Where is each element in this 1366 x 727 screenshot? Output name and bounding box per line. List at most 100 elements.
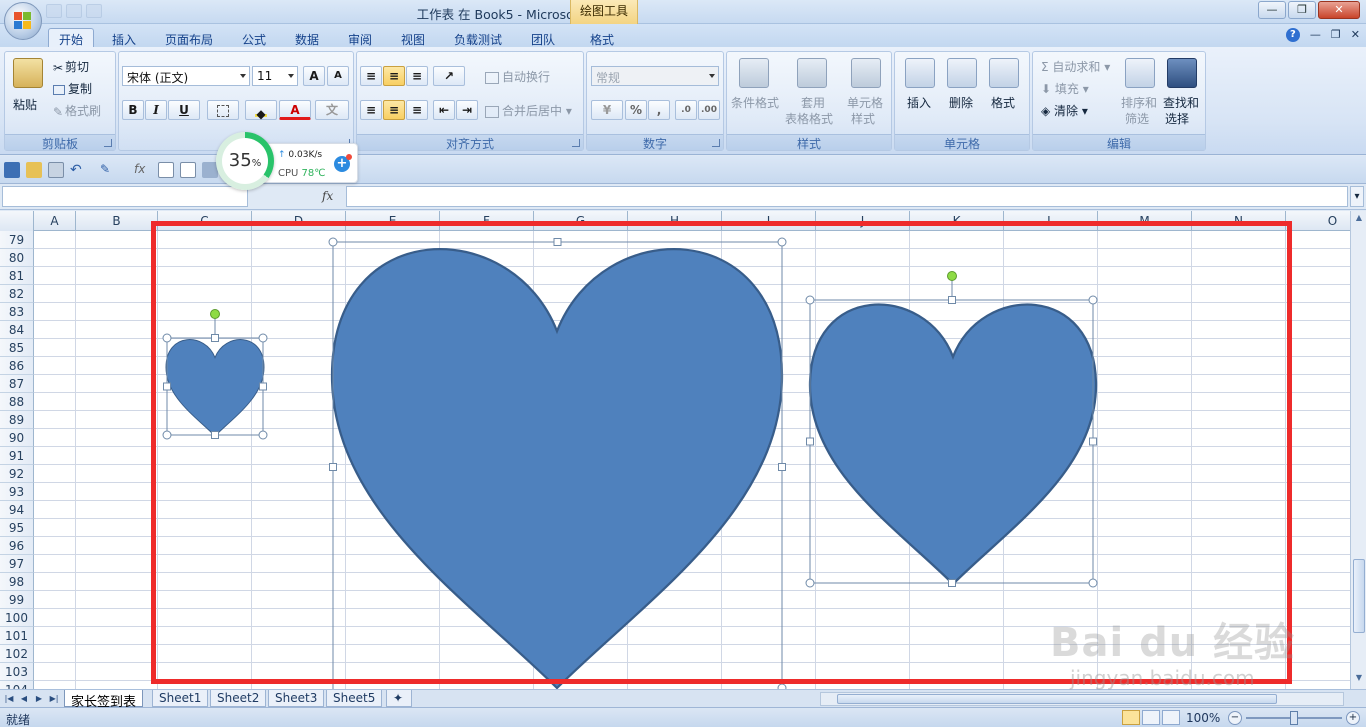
- sheet-tab-sheet2[interactable]: Sheet2: [210, 690, 267, 707]
- sort-filter-button[interactable]: 排序和: [1121, 94, 1157, 111]
- select-all-corner[interactable]: [0, 211, 34, 231]
- print-preview-icon[interactable]: [48, 162, 64, 178]
- tab-load-test[interactable]: 负载测试: [454, 28, 502, 48]
- border-button[interactable]: [207, 100, 239, 120]
- bold-button[interactable]: B: [122, 100, 144, 120]
- zoom-out-icon[interactable]: −: [1228, 711, 1242, 725]
- row-header-92[interactable]: 92: [0, 465, 34, 483]
- office-button[interactable]: [4, 2, 42, 40]
- row-header-79[interactable]: 79: [0, 231, 34, 249]
- row-header-87[interactable]: 87: [0, 375, 34, 393]
- percent-button[interactable]: %: [625, 100, 647, 120]
- last-sheet-icon[interactable]: ▶|: [47, 692, 61, 705]
- scroll-up-icon[interactable]: ▲: [1352, 213, 1366, 227]
- row-header-100[interactable]: 100: [0, 609, 34, 627]
- next-sheet-icon[interactable]: ▶: [32, 692, 46, 705]
- align-middle-button[interactable]: ≡: [383, 66, 405, 86]
- phonetic-button[interactable]: 文: [315, 100, 349, 120]
- fill-button[interactable]: ⬇ 填充 ▾: [1041, 80, 1089, 97]
- table-icon[interactable]: [158, 162, 174, 178]
- ribbon-restore-icon[interactable]: ❐: [1331, 28, 1341, 42]
- autosum-button[interactable]: Σ 自动求和 ▾: [1041, 58, 1110, 75]
- normal-view-icon[interactable]: [1122, 710, 1140, 725]
- function-icon[interactable]: fx: [134, 162, 150, 178]
- conditional-format-button[interactable]: 条件格式: [731, 94, 779, 111]
- row-header-96[interactable]: 96: [0, 537, 34, 555]
- increase-decimal-button[interactable]: .0: [675, 100, 697, 120]
- align-left-button[interactable]: ≡: [360, 100, 382, 120]
- paste-button[interactable]: 粘贴: [13, 96, 37, 113]
- cut-button[interactable]: ✂ 剪切: [53, 58, 89, 75]
- format-painter-button[interactable]: ✎ 格式刷: [53, 102, 101, 119]
- edit-pencil-icon[interactable]: ✎: [100, 162, 116, 178]
- sheet-tab-parent-signin[interactable]: 家长签到表: [64, 690, 144, 710]
- alignment-launcher-icon[interactable]: [572, 139, 580, 147]
- decrease-indent-button[interactable]: ⇤: [433, 100, 455, 120]
- page-break-view-icon[interactable]: [1162, 710, 1180, 725]
- row-header-83[interactable]: 83: [0, 303, 34, 321]
- font-color-button[interactable]: A: [279, 100, 311, 120]
- row-header-85[interactable]: 85: [0, 339, 34, 357]
- copy-button[interactable]: 复制: [53, 80, 92, 97]
- align-center-button[interactable]: ≡: [383, 100, 405, 120]
- clipboard-launcher-icon[interactable]: [104, 139, 112, 147]
- merge-center-button[interactable]: 合并后居中 ▾: [485, 102, 572, 119]
- row-header-84[interactable]: 84: [0, 321, 34, 339]
- help-icon[interactable]: ?: [1285, 28, 1300, 42]
- fill-color-button[interactable]: ◆: [245, 100, 277, 121]
- column-header-b[interactable]: B: [76, 211, 158, 231]
- row-header-102[interactable]: 102: [0, 645, 34, 663]
- cell-styles-button[interactable]: 单元格: [847, 94, 883, 111]
- save-icon[interactable]: [4, 162, 20, 178]
- font-size-combo[interactable]: 11: [252, 66, 298, 86]
- tab-formulas[interactable]: 公式: [242, 28, 266, 48]
- italic-button[interactable]: I: [145, 100, 167, 120]
- row-header-97[interactable]: 97: [0, 555, 34, 573]
- clear-button[interactable]: ◈ 清除 ▾: [1041, 102, 1088, 119]
- prev-sheet-icon[interactable]: ◀: [17, 692, 31, 705]
- tab-data[interactable]: 数据: [295, 28, 319, 48]
- tab-format[interactable]: 格式: [590, 28, 614, 48]
- first-sheet-icon[interactable]: |◀: [2, 692, 16, 705]
- system-monitor-widget[interactable]: 35% ↑ 0.03K/s CPU 78℃ +: [210, 128, 360, 194]
- vertical-scrollbar[interactable]: ▲ ▼: [1350, 211, 1366, 689]
- tab-team[interactable]: 团队: [531, 28, 555, 48]
- tab-view[interactable]: 视图: [401, 28, 425, 48]
- underline-button[interactable]: U: [168, 100, 200, 120]
- row-header-90[interactable]: 90: [0, 429, 34, 447]
- rows-icon[interactable]: [180, 162, 196, 178]
- sheet-tab-sheet5[interactable]: Sheet5: [326, 690, 383, 707]
- expand-formula-bar-icon[interactable]: ▾: [1350, 186, 1364, 207]
- page-layout-view-icon[interactable]: [1142, 710, 1160, 725]
- format-cells-button[interactable]: 格式: [991, 94, 1015, 111]
- sheet-tab-sheet1[interactable]: Sheet1: [152, 690, 209, 707]
- grow-font-button[interactable]: A: [303, 66, 325, 86]
- find-select-button[interactable]: 查找和: [1163, 94, 1199, 111]
- row-header-82[interactable]: 82: [0, 285, 34, 303]
- minimize-button[interactable]: —: [1258, 1, 1286, 19]
- insert-sheet-button[interactable]: ✦: [386, 690, 412, 707]
- row-header-103[interactable]: 103: [0, 663, 34, 681]
- format-as-table-button[interactable]: 套用: [801, 94, 825, 111]
- align-bottom-button[interactable]: ≡: [406, 66, 428, 86]
- tab-insert[interactable]: 插入: [112, 28, 136, 48]
- sheet-tab-sheet3[interactable]: Sheet3: [268, 690, 325, 707]
- row-header-89[interactable]: 89: [0, 411, 34, 429]
- number-launcher-icon[interactable]: [712, 139, 720, 147]
- comma-button[interactable]: ,: [648, 100, 670, 120]
- row-header-101[interactable]: 101: [0, 627, 34, 645]
- wrap-text-button[interactable]: 自动换行: [485, 68, 550, 85]
- tab-review[interactable]: 审阅: [348, 28, 372, 48]
- restore-button[interactable]: ❐: [1288, 1, 1316, 19]
- align-right-button[interactable]: ≡: [406, 100, 428, 120]
- zoom-slider-knob[interactable]: [1290, 711, 1298, 725]
- row-header-95[interactable]: 95: [0, 519, 34, 537]
- font-name-combo[interactable]: 宋体 (正文): [122, 66, 250, 86]
- row-header-80[interactable]: 80: [0, 249, 34, 267]
- row-header-99[interactable]: 99: [0, 591, 34, 609]
- orientation-button[interactable]: ↗: [433, 66, 465, 86]
- number-format-combo[interactable]: 常规: [591, 66, 719, 86]
- zoom-level[interactable]: 100%: [1186, 711, 1220, 725]
- row-header-91[interactable]: 91: [0, 447, 34, 465]
- shrink-font-button[interactable]: A: [327, 66, 349, 86]
